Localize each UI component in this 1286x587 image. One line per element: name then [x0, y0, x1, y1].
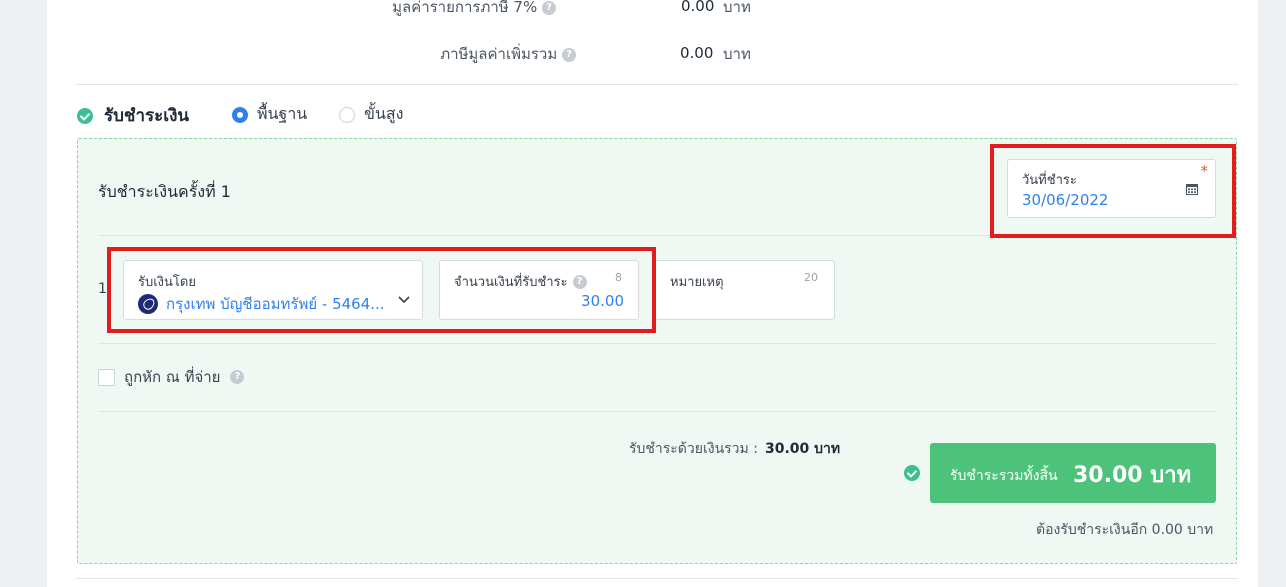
radio-unselected-icon [339, 106, 355, 123]
vat-total-value: 0.00 [680, 44, 714, 62]
divider [75, 578, 1238, 579]
radio-basic-label: พื้นฐาน [257, 104, 308, 123]
payment-toggle[interactable]: รับชำระเงิน [77, 102, 189, 129]
highlight-box-method-amount [107, 247, 656, 333]
vat7-unit: บาท [723, 0, 751, 16]
divider [98, 343, 1216, 344]
grand-total-label: รับชำระรวมทั้งสิ้น [950, 468, 1058, 484]
vat-total-label-text: ภาษีมูลค่าเพิ่มรวม [440, 45, 558, 63]
note-field[interactable]: หมายเหตุ 20 [655, 260, 835, 320]
withholding-checkbox[interactable] [98, 368, 115, 386]
vat-total-unit: บาท [723, 45, 751, 63]
radio-basic[interactable]: พื้นฐาน [232, 102, 307, 127]
installment-title: รับชำระเงินครั้งที่ 1 [98, 182, 231, 201]
grand-total-value: 30.00 บาท [1073, 463, 1192, 488]
radio-selected-icon [232, 106, 248, 123]
help-icon[interactable]: ? [562, 47, 576, 62]
divider [75, 84, 1238, 85]
help-icon[interactable]: ? [542, 0, 556, 15]
vat7-row-label: มูลค่ารายการภาษี 7% ? [380, 0, 556, 19]
help-icon[interactable]: ? [230, 370, 245, 384]
vat7-label-text: มูลค่ารายการภาษี 7% [392, 0, 538, 16]
remaining-text: ต้องรับชำระเงินอีก 0.00 บาท [1036, 522, 1214, 538]
radio-advanced-label: ขั้นสูง [364, 104, 404, 123]
payment-section-label: รับชำระเงิน [104, 106, 189, 126]
withholding-label: ถูกหัก ณ ที่จ่าย [124, 368, 221, 386]
check-circle-icon [77, 107, 93, 124]
highlight-box-date [990, 144, 1236, 238]
note-label: หมายเหตุ [670, 275, 724, 290]
vat-total-row-label: ภาษีมูลค่าเพิ่มรวม ? [380, 42, 576, 66]
check-circle-icon [904, 465, 920, 481]
radio-advanced[interactable]: ขั้นสูง [339, 102, 403, 127]
note-count: 20 [804, 271, 818, 284]
vat7-value: 0.00 [681, 0, 715, 15]
grand-total-banner: รับชำระรวมทั้งสิ้น 30.00 บาท [930, 443, 1216, 503]
paid-total-label: รับชำระด้วยเงินรวม : [629, 441, 758, 457]
row-index: 1 [98, 281, 107, 297]
withholding-checkbox-row[interactable]: ถูกหัก ณ ที่จ่าย ? [98, 365, 245, 389]
divider [98, 411, 1216, 412]
paid-total-value: 30.00 บาท [765, 441, 841, 457]
